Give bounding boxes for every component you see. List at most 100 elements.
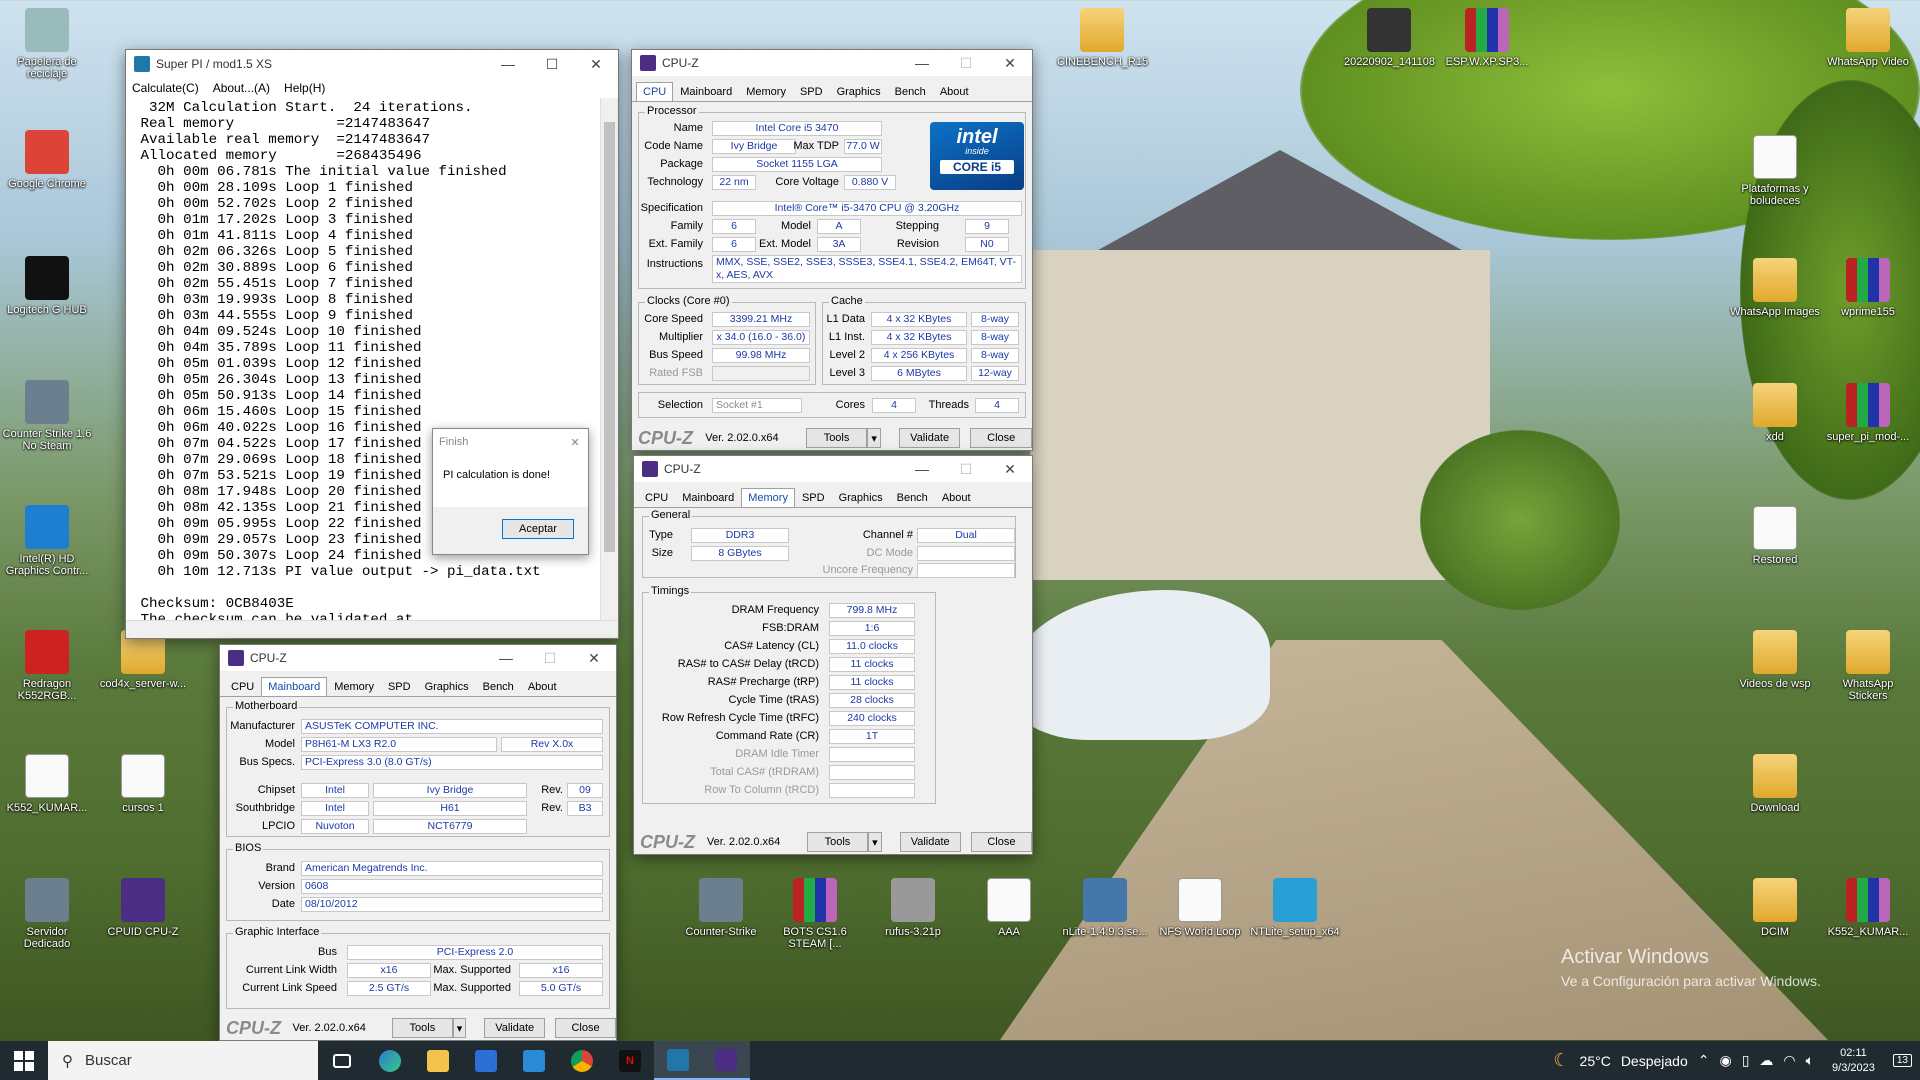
desktop-icon[interactable]: super_pi_mod-... xyxy=(1823,383,1913,443)
desktop-icon[interactable]: DCIM xyxy=(1730,878,1820,938)
minimize-icon[interactable]: — xyxy=(484,644,528,672)
menu-calculate[interactable]: Calculate(C) xyxy=(132,81,199,95)
tray-phone-icon[interactable]: ▯ xyxy=(1742,1052,1750,1069)
close-icon[interactable]: ✕ xyxy=(562,436,588,449)
close-button[interactable]: Close xyxy=(555,1018,616,1038)
netflix-icon[interactable]: N xyxy=(606,1041,654,1080)
desktop-icon[interactable]: cursos 1 xyxy=(98,754,188,814)
desktop-icon[interactable]: xdd xyxy=(1730,383,1820,443)
desktop-icon[interactable]: ESP.W.XP.SP3... xyxy=(1442,8,1532,68)
horizontal-scrollbar[interactable] xyxy=(126,620,618,638)
tab-graphics[interactable]: Graphics xyxy=(832,488,890,507)
weather-temp[interactable]: 25°C xyxy=(1580,1053,1611,1069)
tab-mainboard[interactable]: Mainboard xyxy=(675,488,741,507)
onedrive-icon[interactable]: ☁ xyxy=(1759,1052,1773,1069)
desktop-icon[interactable]: NFS World Loop xyxy=(1155,878,1245,938)
desktop-icon[interactable]: Logitech G HUB xyxy=(2,256,92,316)
close-button[interactable]: Close xyxy=(970,428,1033,448)
desktop-icon[interactable]: Restored xyxy=(1730,506,1820,566)
chrome-icon[interactable] xyxy=(558,1041,606,1080)
tab-cpu[interactable]: CPU xyxy=(636,82,674,101)
tab-spd[interactable]: SPD xyxy=(793,82,830,101)
minimize-icon[interactable]: — xyxy=(486,50,530,78)
desktop-icon[interactable]: BOTS CS1.6 STEAM [... xyxy=(770,878,860,950)
cpuz-titlebar[interactable]: CPU-Z — ☐ ✕ xyxy=(634,456,1032,482)
tab-memory[interactable]: Memory xyxy=(327,677,381,696)
desktop-icon[interactable]: 20220902_141108 xyxy=(1344,8,1435,68)
tray-app-icon[interactable]: ◉ xyxy=(1719,1052,1731,1069)
tab-mainboard[interactable]: Mainboard xyxy=(673,82,739,101)
desktop-icon[interactable]: Redragon K552RGB... xyxy=(2,630,92,702)
desktop-icon[interactable]: Servidor Dedicado xyxy=(2,878,92,950)
desktop-icon[interactable]: NTLite_setup_x64 xyxy=(1250,878,1340,938)
vertical-scrollbar[interactable] xyxy=(600,98,618,620)
menu-help[interactable]: Help(H) xyxy=(284,81,325,95)
superpi-titlebar[interactable]: Super PI / mod1.5 XS — ☐ ✕ xyxy=(126,50,618,78)
tab-bench[interactable]: Bench xyxy=(888,82,933,101)
cpuz-titlebar[interactable]: CPU-Z — ☐ ✕ xyxy=(220,645,616,671)
desktop-icon[interactable]: Papelera de reciclaje xyxy=(2,8,92,80)
close-icon[interactable]: ✕ xyxy=(572,644,616,672)
desktop-icon[interactable]: CPUID CPU-Z xyxy=(98,878,188,938)
tab-bench[interactable]: Bench xyxy=(890,488,935,507)
superpi-taskbar-icon[interactable] xyxy=(654,1041,702,1080)
start-button[interactable] xyxy=(0,1041,48,1080)
cpuz-taskbar-icon[interactable] xyxy=(702,1041,750,1080)
tab-memory[interactable]: Memory xyxy=(739,82,793,101)
desktop-icon[interactable]: Counter-Strike xyxy=(676,878,766,938)
tab-bench[interactable]: Bench xyxy=(476,677,521,696)
chevron-up-icon[interactable]: ⌃ xyxy=(1698,1052,1710,1069)
finish-dialog[interactable]: Finish ✕ PI calculation is done! Aceptar xyxy=(432,428,589,555)
validate-button[interactable]: Validate xyxy=(484,1018,546,1038)
close-button[interactable]: Close xyxy=(970,832,1033,852)
maximize-icon[interactable]: ☐ xyxy=(944,455,988,483)
cpuz-titlebar[interactable]: CPU-Z — ☐ ✕ xyxy=(632,50,1032,76)
cpuz-cpu-window[interactable]: CPU-Z — ☐ ✕ CPU Mainboard Memory SPD Graphic… xyxy=(631,49,1033,451)
desktop-icon[interactable]: cod4x_server-w... xyxy=(98,630,188,690)
tab-cpu[interactable]: CPU xyxy=(638,488,675,507)
clock[interactable]: 02:11 9/3/2023 xyxy=(1832,1046,1875,1076)
cpuz-memory-window[interactable]: CPU-Z — ☐ ✕ CPU Mainboard Memory SPD Graphic… xyxy=(633,455,1033,855)
desktop-icon[interactable]: K552_KUMAR... xyxy=(2,754,92,814)
chevron-down-icon[interactable]: ▾ xyxy=(452,1018,467,1038)
minimize-icon[interactable]: — xyxy=(900,455,944,483)
notifications-icon[interactable]: 13 xyxy=(1892,1054,1912,1067)
scroll-thumb[interactable] xyxy=(604,122,615,552)
desktop-icon[interactable]: rufus-3.21p xyxy=(868,878,958,938)
file-explorer-icon[interactable] xyxy=(414,1041,462,1080)
desktop-icon[interactable]: AAA xyxy=(964,878,1054,938)
socket-select[interactable]: Socket #1 xyxy=(712,398,802,413)
maximize-icon[interactable]: ☐ xyxy=(944,49,988,77)
chevron-down-icon[interactable]: ▾ xyxy=(867,428,881,448)
desktop-icon[interactable]: Videos de wsp xyxy=(1730,630,1820,690)
tab-spd[interactable]: SPD xyxy=(795,488,832,507)
desktop-icon[interactable]: Intel(R) HD Graphics Contr... xyxy=(2,505,92,577)
validate-button[interactable]: Validate xyxy=(898,428,961,448)
desktop-icon[interactable]: Google Chrome xyxy=(2,130,92,190)
mail-icon[interactable] xyxy=(510,1041,558,1080)
desktop-icon[interactable]: K552_KUMAR... xyxy=(1823,878,1913,938)
volume-icon[interactable]: 🔈︎ xyxy=(1806,1052,1814,1069)
desktop-icon[interactable]: nLite-1.4.9.3.se... xyxy=(1060,878,1150,938)
desktop-icon[interactable]: WhatsApp Video xyxy=(1823,8,1913,68)
close-icon[interactable]: ✕ xyxy=(988,49,1032,77)
desktop-icon[interactable]: CINEBENCH_R15 xyxy=(1057,8,1148,68)
weather-text[interactable]: Despejado xyxy=(1621,1053,1688,1069)
maximize-icon[interactable]: ☐ xyxy=(530,50,574,78)
wifi-icon[interactable]: ◠ xyxy=(1783,1052,1795,1069)
close-icon[interactable]: ✕ xyxy=(574,50,618,78)
tab-about[interactable]: About xyxy=(935,488,978,507)
tools-button[interactable]: Tools xyxy=(806,832,869,852)
desktop-icon[interactable]: wprime155 xyxy=(1823,258,1913,318)
tab-graphics[interactable]: Graphics xyxy=(830,82,888,101)
tab-memory[interactable]: Memory xyxy=(741,488,795,507)
taskbar-search[interactable]: ⚲ Buscar xyxy=(48,1041,318,1080)
tools-button[interactable]: Tools xyxy=(391,1018,453,1038)
maximize-icon[interactable]: ☐ xyxy=(528,644,572,672)
chevron-down-icon[interactable]: ▾ xyxy=(868,832,882,852)
cpuz-mainboard-window[interactable]: CPU-Z — ☐ ✕ CPU Mainboard Memory SPD Graphic… xyxy=(219,644,617,1041)
tab-spd[interactable]: SPD xyxy=(381,677,418,696)
task-view-icon[interactable] xyxy=(318,1041,366,1080)
desktop-icon[interactable]: Counter Strike 1.6 No Steam xyxy=(2,380,92,452)
tab-graphics[interactable]: Graphics xyxy=(418,677,476,696)
